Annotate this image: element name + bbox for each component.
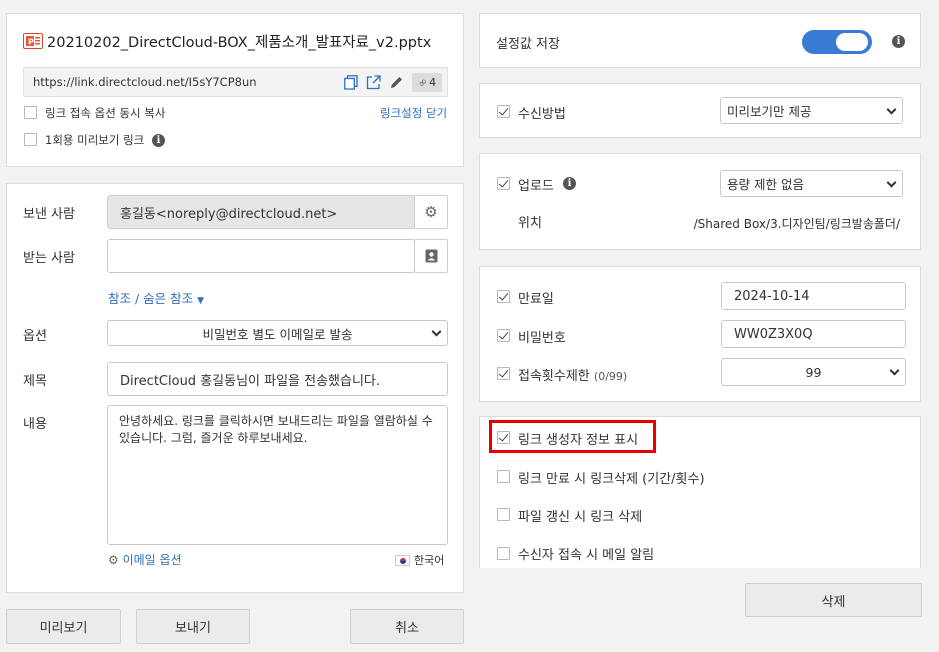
receive-method-select[interactable]: 미리보기만 제공 [720, 97, 903, 124]
mail-form-panel: 보낸 사람 홍길동<noreply@directcloud.net> ⚙ 받는 … [6, 183, 464, 593]
email-options-label: 이메일 옵션 [122, 553, 182, 567]
recipient-label: 받는 사람 [23, 251, 75, 266]
edit-pencil-icon[interactable] [389, 75, 404, 90]
upload-label: 업로드 [518, 179, 554, 194]
chevron-down-icon [431, 326, 442, 337]
options-select[interactable]: 비밀번호 별도 이메일로 발송 [107, 320, 448, 346]
chevron-down-icon [889, 365, 900, 376]
receive-method-label: 수신방법 [518, 107, 566, 122]
expiry-date-field[interactable]: 2024-10-14 [721, 282, 906, 310]
expiry-checkbox[interactable] [497, 290, 510, 303]
caret-down-icon: ▼ [197, 296, 205, 306]
access-limit-select[interactable]: 99 [721, 358, 906, 386]
password-checkbox[interactable] [497, 329, 510, 342]
notify-on-access-label: 수신자 접속 시 메일 알림 [518, 548, 655, 563]
delete-on-update-label: 파일 갱신 시 링크 삭제 [518, 510, 643, 525]
password-field[interactable]: WW0Z3X0Q [721, 320, 906, 348]
address-book-button[interactable] [414, 239, 448, 273]
upload-panel: 업로드 i 용량 제한 없음 위치 /Shared Box/3.디자인팀/링크발… [479, 153, 921, 250]
one-time-preview-checkbox[interactable] [24, 133, 37, 146]
access-limit-label: 접속횟수제한 (0/99) [518, 365, 627, 384]
info-icon[interactable]: i [152, 134, 165, 147]
send-button[interactable]: 보내기 [136, 609, 250, 644]
sender-label: 보낸 사람 [23, 207, 75, 222]
sender-settings-button[interactable]: ⚙ [414, 195, 448, 229]
open-external-icon[interactable] [366, 75, 381, 90]
gear-icon: ⚙ [424, 203, 438, 221]
language-label: 한국어 [414, 554, 445, 567]
copy-icon[interactable] [344, 75, 358, 90]
gear-icon: ⚙ [108, 553, 119, 567]
close-link-settings-link[interactable]: 링크설정 닫기 [380, 105, 447, 121]
access-limit-text: 접속횟수제한 [518, 369, 590, 384]
link-url[interactable]: https://link.directcloud.net/I5sY7CP8un [33, 75, 257, 89]
options-label: 옵션 [23, 329, 47, 344]
copy-with-options-checkbox[interactable] [24, 106, 37, 119]
info-icon[interactable]: i [563, 177, 576, 190]
toggle-knob [836, 33, 868, 51]
password-label: 비밀번호 [518, 331, 566, 346]
show-creator-label: 링크 생성자 정보 표시 [518, 433, 639, 448]
show-creator-checkbox[interactable] [497, 431, 510, 444]
file-name: 20210202_DirectCloud-BOX_제품소개_발표자료_v2.pp… [47, 35, 432, 51]
recipient-field[interactable] [107, 239, 415, 273]
access-limit-value: 99 [805, 364, 822, 380]
expiry-label: 만료일 [518, 292, 554, 307]
upload-limit-select[interactable]: 용량 제한 없음 [720, 170, 903, 197]
chevron-down-icon [886, 177, 897, 188]
link-count: 4 [429, 76, 437, 89]
cc-bcc-label: 참조 / 숨은 참조 [108, 291, 194, 306]
save-settings-toggle[interactable] [802, 30, 872, 54]
file-link-panel: P 20210202_DirectCloud-BOX_제품소개_발표자료_v2.… [6, 13, 464, 167]
preview-button[interactable]: 미리보기 [6, 609, 121, 644]
receive-method-value: 미리보기만 제공 [727, 104, 812, 119]
options-select-value: 비밀번호 별도 이메일로 발송 [202, 326, 353, 342]
link-limits-panel: 만료일 2024-10-14 비밀번호 WW0Z3X0Q 접속횟수제한 (0/9… [479, 266, 921, 402]
copy-with-options-label: 링크 접속 옵션 동시 복사 [45, 106, 166, 120]
delete-on-expiry-checkbox[interactable] [497, 470, 510, 483]
body-label: 내용 [23, 417, 47, 432]
chevron-down-icon [886, 104, 897, 115]
language-selector[interactable]: 한국어 [395, 552, 444, 568]
cc-bcc-toggle[interactable]: 참조 / 숨은 참조 ▼ [108, 288, 204, 307]
upload-limit-value: 용량 제한 없음 [727, 177, 804, 192]
access-limit-checkbox[interactable] [497, 367, 510, 380]
receive-method-panel: 수신방법 미리보기만 제공 [479, 83, 921, 138]
access-limit-count: (0/99) [593, 370, 628, 383]
cancel-button[interactable]: 취소 [350, 609, 464, 644]
delete-on-expiry-label: 링크 만료 시 링크삭제 (기간/횟수) [518, 472, 705, 487]
link-url-bar: https://link.directcloud.net/I5sY7CP8un … [23, 67, 448, 97]
subject-label: 제목 [23, 374, 47, 389]
chain-link-icon: ∞ [414, 74, 431, 91]
svg-text:P: P [28, 38, 34, 47]
delete-button[interactable]: 삭제 [745, 583, 922, 617]
link-options-panel: 링크 생성자 정보 표시 링크 만료 시 링크삭제 (기간/횟수) 파일 갱신 … [479, 416, 921, 568]
pptx-file-icon: P [23, 33, 43, 49]
korea-flag-icon [395, 554, 410, 566]
email-options-link[interactable]: ⚙ 이메일 옵션 [108, 551, 182, 568]
save-settings-panel: 설정값 저장 i [479, 13, 921, 68]
upload-checkbox[interactable] [497, 177, 510, 190]
address-book-icon [425, 249, 437, 263]
sender-field: 홍길동<noreply@directcloud.net> [107, 195, 415, 229]
link-count-badge: ∞ 4 [412, 73, 442, 92]
body-textarea[interactable]: 안녕하세요. 링크를 클릭하시면 보내드리는 파일을 열람하실 수 있습니다. … [107, 405, 448, 545]
save-settings-label: 설정값 저장 [496, 37, 560, 52]
notify-on-access-checkbox[interactable] [497, 547, 510, 560]
location-path: /Shared Box/3.디자인팀/링크발송폴더/ [693, 217, 900, 231]
delete-on-update-checkbox[interactable] [497, 508, 510, 521]
location-label: 위치 [518, 216, 542, 231]
one-time-preview-label: 1회용 미리보기 링크 [45, 133, 145, 147]
info-icon[interactable]: i [892, 35, 905, 48]
subject-field[interactable]: DirectCloud 홍길동님이 파일을 전송했습니다. [107, 362, 448, 396]
receive-method-checkbox[interactable] [497, 105, 510, 118]
